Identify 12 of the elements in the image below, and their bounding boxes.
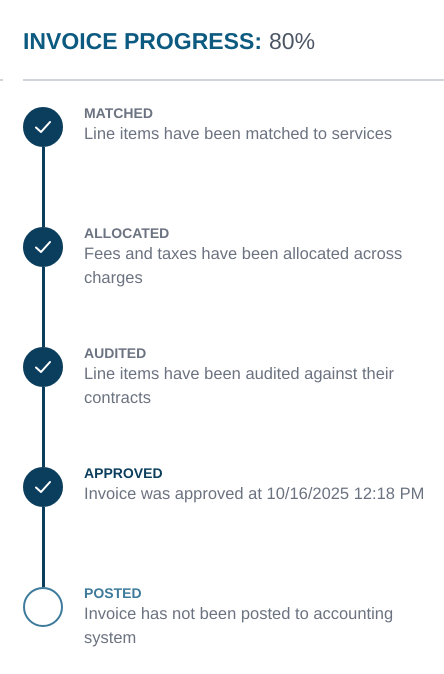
- step-label: AUDITED: [84, 344, 148, 362]
- step-description: Line items have been audited against their contracts: [84, 364, 396, 409]
- step-label: POSTED: [84, 584, 143, 602]
- step-label: ALLOCATED: [84, 224, 170, 242]
- step-label: MATCHED: [84, 104, 154, 122]
- progress-value: 80%: [268, 28, 316, 55]
- step-description: Fees and taxes have been allocated across charges: [84, 244, 404, 289]
- progress-title: INVOICE PROGRESS:: [23, 28, 262, 55]
- step-description: Invoice was approved at 10/16/2025 12:18 PM: [84, 484, 426, 505]
- step-description: Invoice has not been posted to accounting system: [84, 604, 394, 649]
- step-label: APPROVED: [84, 464, 164, 482]
- step-description: Line items have been matched to services: [84, 124, 394, 145]
